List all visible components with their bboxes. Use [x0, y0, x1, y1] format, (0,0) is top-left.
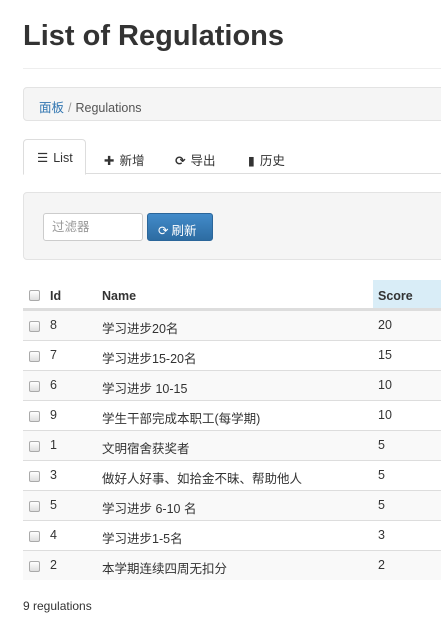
- breadcrumb-home-link[interactable]: 面板: [39, 101, 64, 115]
- row-checkbox[interactable]: [29, 441, 40, 452]
- cell-name: 学习进步 10-15: [102, 382, 188, 396]
- tab-history-label: 历史: [259, 154, 285, 168]
- cell-score: 5: [378, 498, 385, 512]
- tab-list[interactable]: ☰ List: [23, 139, 86, 175]
- tab-list-label: List: [53, 151, 73, 165]
- refresh-button[interactable]: ⟳ 刷新: [147, 213, 213, 241]
- row-checkbox[interactable]: [29, 471, 40, 482]
- row-checkbox[interactable]: [29, 321, 40, 332]
- row-checkbox[interactable]: [29, 501, 40, 512]
- title-divider: [23, 68, 441, 69]
- table-row[interactable]: 1 文明宿舍获奖者 5: [23, 430, 441, 460]
- tab-bar: ☰ List ✚ 新增 ⟳ 导出 ▮ 历史: [23, 139, 441, 175]
- table-header: Id Name Score: [23, 280, 441, 310]
- table-row[interactable]: 2 本学期连续四周无扣分 2: [23, 550, 441, 580]
- cell-score: 5: [378, 438, 385, 452]
- breadcrumb-current: Regulations: [75, 101, 142, 115]
- page-title: List of Regulations: [23, 20, 284, 52]
- refresh-button-label: 刷新: [171, 224, 197, 238]
- cell-score: 2: [378, 558, 385, 572]
- cell-score: 20: [378, 318, 392, 332]
- table-row[interactable]: 5 学习进步 6-10 名 5: [23, 490, 441, 520]
- tab-new-label: 新增: [119, 154, 145, 168]
- cell-name: 文明宿舍获奖者: [102, 442, 190, 456]
- cell-name: 学习进步1-5名: [102, 532, 183, 546]
- refresh-icon: ⟳: [158, 224, 169, 238]
- filter-input[interactable]: [43, 213, 143, 241]
- cell-score: 10: [378, 408, 392, 422]
- select-all-checkbox[interactable]: [29, 290, 40, 301]
- breadcrumb: 面板 / Regulations: [23, 87, 441, 121]
- tab-export[interactable]: ⟳ 导出: [175, 139, 216, 174]
- row-checkbox[interactable]: [29, 381, 40, 392]
- cell-id: 4: [50, 528, 57, 542]
- cell-score: 15: [378, 348, 392, 362]
- cell-id: 1: [50, 438, 57, 452]
- column-header-score[interactable]: Score: [373, 280, 441, 308]
- table-row[interactable]: 9 学生干部完成本职工(每学期) 10: [23, 400, 441, 430]
- cell-id: 8: [50, 318, 57, 332]
- cell-name: 学习进步 6-10 名: [102, 502, 197, 516]
- list-icon: ☰: [37, 151, 49, 165]
- breadcrumb-separator: /: [68, 101, 72, 115]
- tab-new[interactable]: ✚ 新增: [104, 139, 145, 174]
- row-checkbox[interactable]: [29, 351, 40, 362]
- book-icon: ▮: [248, 154, 255, 168]
- cell-score: 10: [378, 378, 392, 392]
- cell-name: 学习进步15-20名: [102, 352, 197, 366]
- cell-id: 5: [50, 498, 57, 512]
- column-header-id[interactable]: Id: [50, 289, 61, 303]
- table-row[interactable]: 6 学习进步 10-15 10: [23, 370, 441, 400]
- cell-id: 9: [50, 408, 57, 422]
- tab-export-label: 导出: [190, 154, 216, 168]
- row-checkbox[interactable]: [29, 531, 40, 542]
- cell-score: 5: [378, 468, 385, 482]
- column-header-name[interactable]: Name: [102, 289, 136, 303]
- tab-history[interactable]: ▮ 历史: [248, 139, 285, 174]
- cell-name: 做好人好事、如拾金不昧、帮助他人: [102, 472, 303, 486]
- table-row[interactable]: 3 做好人好事、如拾金不昧、帮助他人 5: [23, 460, 441, 490]
- cell-name: 学习进步20名: [102, 322, 179, 336]
- cell-name: 本学期连续四周无扣分: [102, 562, 228, 576]
- cell-id: 6: [50, 378, 57, 392]
- cell-id: 7: [50, 348, 57, 362]
- regulations-table: Id Name Score 8 学习进步20名 20 7 学习进步15-20名 15 6 学习…: [23, 280, 441, 580]
- filter-panel: ⟳刷新: [23, 192, 441, 260]
- row-checkbox[interactable]: [29, 561, 40, 572]
- table-row[interactable]: 7 学习进步15-20名 15: [23, 340, 441, 370]
- cell-id: 3: [50, 468, 57, 482]
- export-icon: ⟳: [175, 154, 186, 168]
- record-count: 9 regulations: [23, 599, 92, 613]
- cell-name: 学生干部完成本职工(每学期): [102, 412, 261, 426]
- cell-score: 3: [378, 528, 385, 542]
- table-row[interactable]: 4 学习进步1-5名 3: [23, 520, 441, 550]
- plus-icon: ✚: [104, 154, 115, 168]
- row-checkbox[interactable]: [29, 411, 40, 422]
- cell-id: 2: [50, 558, 57, 572]
- table-row[interactable]: 8 学习进步20名 20: [23, 310, 441, 340]
